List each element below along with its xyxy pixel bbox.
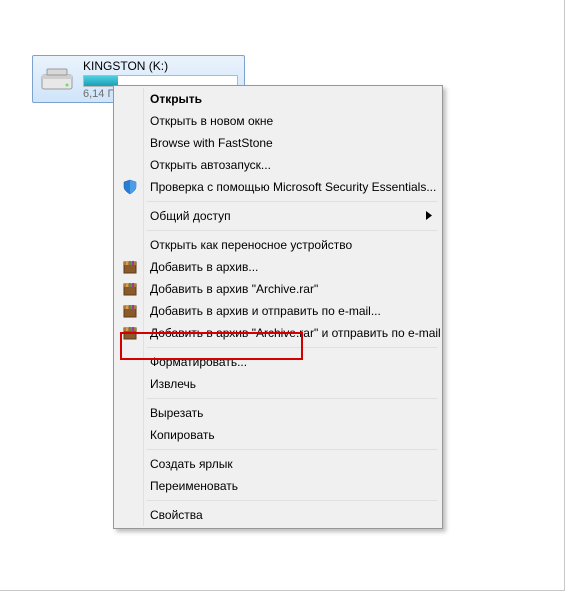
menu-separator — [146, 201, 438, 202]
menu-label: Добавить в архив... — [150, 260, 258, 274]
rar-icon — [120, 279, 140, 299]
menu-label: Проверка с помощью Microsoft Security Es… — [150, 180, 436, 194]
menu-autorun[interactable]: Открыть автозапуск... — [116, 154, 440, 176]
menu-add-archive[interactable]: Добавить в архив... — [116, 256, 440, 278]
rar-icon — [120, 323, 140, 343]
menu-label: Свойства — [150, 508, 203, 522]
menu-add-archive-named[interactable]: Добавить в архив "Archive.rar" — [116, 278, 440, 300]
shield-icon — [120, 177, 140, 197]
menu-separator — [146, 449, 438, 450]
menu-separator — [146, 500, 438, 501]
rar-icon — [120, 257, 140, 277]
menu-label: Форматировать... — [150, 355, 247, 369]
menu-security-scan[interactable]: Проверка с помощью Microsoft Security Es… — [116, 176, 440, 198]
menu-add-archive-named-email[interactable]: Добавить в архив "Archive.rar" и отправи… — [116, 322, 440, 344]
drive-name: KINGSTON (K:) — [83, 59, 238, 73]
menu-format[interactable]: Форматировать... — [116, 351, 440, 373]
rar-icon — [120, 301, 140, 321]
menu-label: Добавить в архив "Archive.rar" и отправи… — [150, 326, 441, 340]
menu-separator — [146, 230, 438, 231]
menu-cut[interactable]: Вырезать — [116, 402, 440, 424]
menu-eject[interactable]: Извлечь — [116, 373, 440, 395]
menu-label: Извлечь — [150, 377, 196, 391]
menu-label: Browse with FastStone — [150, 136, 273, 150]
menu-separator — [146, 347, 438, 348]
menu-properties[interactable]: Свойства — [116, 504, 440, 526]
menu-label: Открыть автозапуск... — [150, 158, 271, 172]
menu-label: Копировать — [150, 428, 215, 442]
drive-capacity-fill — [84, 76, 118, 86]
menu-share[interactable]: Общий доступ — [116, 205, 440, 227]
menu-open[interactable]: Открыть — [116, 88, 440, 110]
context-menu: Открыть Открыть в новом окне Browse with… — [113, 85, 443, 529]
menu-browse-faststone[interactable]: Browse with FastStone — [116, 132, 440, 154]
menu-label: Создать ярлык — [150, 457, 233, 471]
menu-label: Добавить в архив и отправить по e-mail..… — [150, 304, 381, 318]
menu-rename[interactable]: Переименовать — [116, 475, 440, 497]
drive-icon — [39, 61, 75, 97]
menu-label: Общий доступ — [150, 209, 231, 223]
menu-copy[interactable]: Копировать — [116, 424, 440, 446]
menu-label: Вырезать — [150, 406, 203, 420]
menu-label: Добавить в архив "Archive.rar" — [150, 282, 318, 296]
menu-open-new-window[interactable]: Открыть в новом окне — [116, 110, 440, 132]
menu-label: Переименовать — [150, 479, 238, 493]
submenu-arrow-icon — [426, 209, 432, 223]
menu-create-shortcut[interactable]: Создать ярлык — [116, 453, 440, 475]
menu-label: Открыть в новом окне — [150, 114, 273, 128]
menu-separator — [146, 398, 438, 399]
menu-open-portable[interactable]: Открыть как переносное устройство — [116, 234, 440, 256]
menu-label: Открыть — [150, 92, 202, 106]
menu-label: Открыть как переносное устройство — [150, 238, 352, 252]
menu-add-archive-email[interactable]: Добавить в архив и отправить по e-mail..… — [116, 300, 440, 322]
